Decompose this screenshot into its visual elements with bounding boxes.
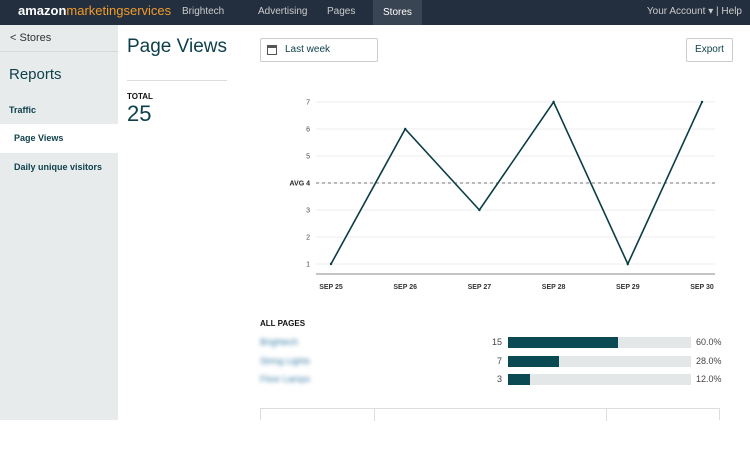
page-share-percent: 60.0%: [696, 337, 722, 347]
logo-sub: marketingservices: [66, 3, 172, 18]
help-link[interactable]: Help: [721, 6, 742, 17]
x-tick-label: SEP 28: [542, 284, 566, 291]
x-tick-label: SEP 30: [690, 284, 714, 291]
page-view-count: 7: [496, 355, 502, 366]
page-row: Brightech 15 60.0%: [260, 336, 730, 350]
page-name-link[interactable]: Brightech: [260, 337, 298, 347]
title-divider: [127, 80, 227, 81]
page-share-percent: 12.0%: [696, 374, 722, 384]
data-table: [260, 408, 720, 421]
average-label: AVG 4: [290, 181, 311, 188]
data-point[interactable]: [626, 262, 629, 266]
page-view-count: 3: [496, 374, 502, 384]
page-view-count: 15: [491, 337, 502, 347]
sidebar-title: Reports: [9, 66, 62, 83]
data-point[interactable]: [700, 100, 704, 104]
back-to-stores-link[interactable]: < Stores: [10, 32, 51, 44]
nav-tab-advertising[interactable]: Advertising: [258, 6, 307, 17]
share-bar-fill: [508, 337, 618, 348]
amazon-marketing-services-logo[interactable]: amazonmarketingservices: [18, 3, 171, 18]
x-tick-label: SEP 29: [616, 284, 640, 291]
date-range-label: Last week: [285, 44, 331, 55]
y-tick-label: 5: [306, 154, 310, 161]
table-column-divider: [374, 409, 375, 421]
data-point[interactable]: [552, 100, 555, 104]
data-point[interactable]: [478, 208, 481, 212]
data-point[interactable]: [329, 262, 333, 266]
sidebar-item-page-views[interactable]: Page Views: [0, 124, 118, 153]
account-menu[interactable]: Your Account: [647, 6, 706, 17]
nav-tab-stores[interactable]: Stores: [373, 0, 422, 25]
share-bar-track: [508, 355, 691, 367]
share-bar-track: [508, 337, 691, 348]
logo-main: amazon: [18, 3, 67, 18]
x-tick-label: SEP 26: [393, 284, 417, 291]
x-tick-label: SEP 25: [319, 284, 343, 291]
y-tick-label: 7: [306, 100, 310, 107]
date-range-picker[interactable]: Last week: [260, 38, 378, 62]
account-area: Your Account ▾ | Help: [646, 6, 742, 17]
calendar-icon: [267, 45, 277, 55]
x-axis-ticks: SEP 25 SEP 26 SEP 27 SEP 28 SEP 29 SEP 30: [319, 284, 714, 291]
page-share-percent: 28.0%: [696, 355, 722, 366]
total-value: 25: [127, 101, 152, 126]
sidebar: < Stores Reports Traffic Page Views Dail…: [0, 25, 118, 420]
page-row: String Lights 7 28.0%: [260, 355, 730, 369]
nav-tab-pages[interactable]: Pages: [327, 6, 355, 17]
table-column-divider: [606, 409, 607, 421]
page-name-link[interactable]: String Lights: [260, 356, 310, 366]
total-label: TOTAL: [127, 92, 153, 101]
x-tick-label: SEP 27: [468, 284, 492, 291]
export-button[interactable]: Export: [686, 38, 733, 62]
page-views-line-chart: 123567 SEP 25 SEP 26 SEP 27 SEP 28 SEP 29 SEP…: [290, 100, 715, 291]
top-nav-bar: amazonmarketingservices Brightech Advert…: [0, 0, 750, 25]
share-bar-fill: [508, 374, 530, 385]
sidebar-item-daily-unique-visitors[interactable]: Daily unique visitors: [0, 153, 118, 182]
all-pages-label: ALL PAGES: [260, 319, 306, 328]
y-tick-label: 3: [306, 208, 310, 215]
y-tick-label: 1: [306, 262, 310, 269]
page-row: Floor Lamps 3 12.0%: [260, 373, 730, 387]
sidebar-divider: [0, 51, 118, 52]
page-title: Page Views: [127, 36, 227, 57]
nav-tab-brightech[interactable]: Brightech: [182, 6, 224, 17]
page-name-link[interactable]: Floor Lamps: [260, 374, 310, 384]
y-tick-label: 6: [306, 127, 310, 134]
sidebar-section-traffic: Traffic: [9, 105, 37, 115]
data-point[interactable]: [404, 127, 407, 131]
y-tick-label: 2: [306, 235, 310, 242]
share-bar-fill: [508, 355, 560, 367]
share-bar-track: [508, 374, 691, 385]
